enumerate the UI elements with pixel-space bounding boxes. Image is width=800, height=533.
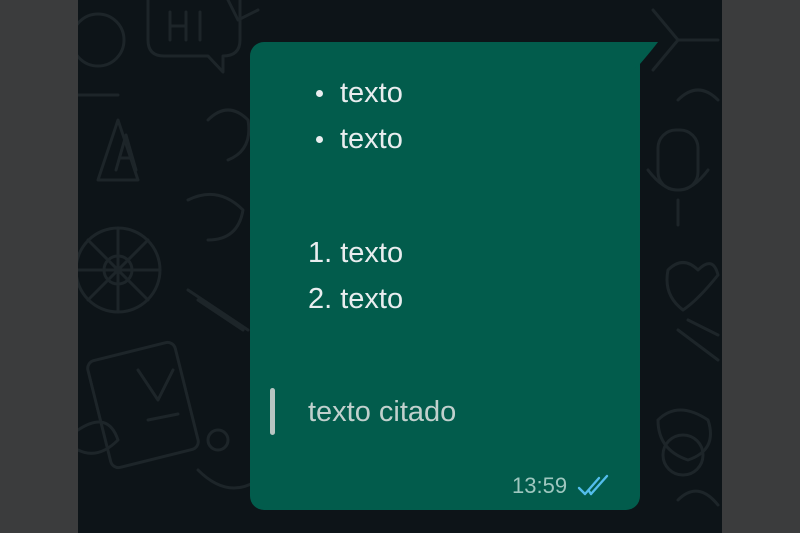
message-timestamp: 13:59 xyxy=(512,473,568,498)
bullet-list-item-text: texto xyxy=(340,77,403,109)
bullet-point-icon xyxy=(316,136,323,143)
message-bubble[interactable]: texto texto 1. texto 2. texto texto cita… xyxy=(250,42,640,510)
quote-text: texto citado xyxy=(308,396,457,428)
double-check-read-icon xyxy=(577,474,609,496)
window-right-margin xyxy=(722,0,800,533)
message-meta: 13:59 xyxy=(512,473,617,499)
window-left-margin xyxy=(0,0,78,533)
numbered-list-item: 2. texto xyxy=(308,283,404,315)
numbered-list-item: 1. texto xyxy=(308,237,404,269)
bullet-list-item-text: texto xyxy=(340,123,403,155)
quote-bar xyxy=(270,388,275,435)
bullet-point-icon xyxy=(316,90,323,97)
bullet-list-item: texto xyxy=(316,122,403,156)
bullet-list-item: texto xyxy=(316,76,403,110)
bubble-tail xyxy=(630,42,658,72)
